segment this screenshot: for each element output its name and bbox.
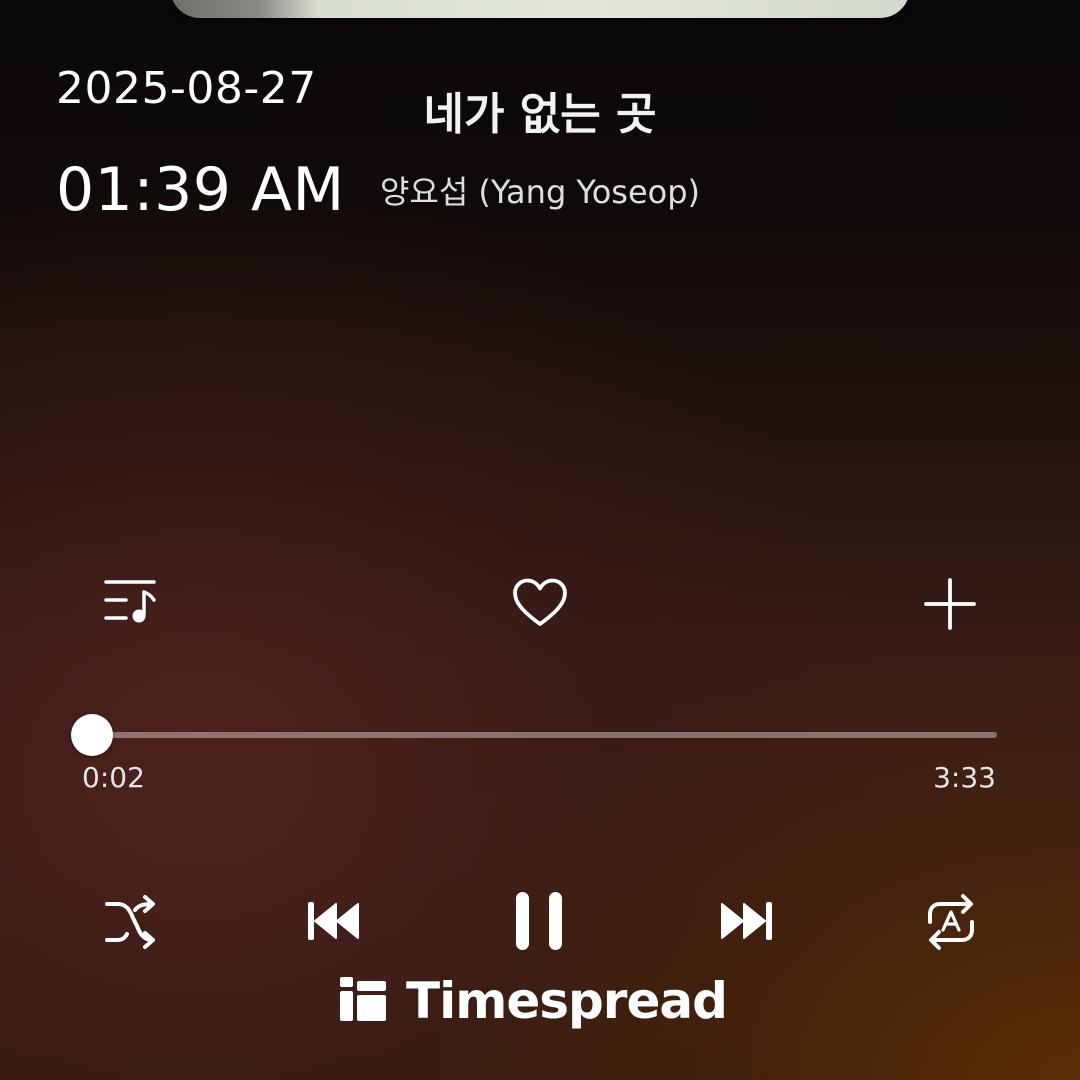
lyrics-queue-icon[interactable] [104,578,158,626]
shuffle-icon[interactable] [104,895,158,949]
song-title: 네가 없는 곳 [423,89,657,140]
skip-next-icon[interactable] [718,900,774,942]
now-playing-screen: 2025-08-27 01:39 AM 네가 없는 곳 양요섭 (Yang Yo… [0,0,1080,1080]
pause-icon[interactable] [514,890,566,952]
status-time: 01:39 AM [56,155,345,225]
artist-name[interactable]: 양요섭 (Yang Yoseop) [340,170,740,214]
skip-previous-icon[interactable] [306,900,362,942]
repeat-auto-icon[interactable] [922,892,980,952]
status-date: 2025-08-27 [56,63,317,114]
progress-thumb[interactable] [71,714,113,756]
total-duration: 3:33 [933,761,996,794]
timespread-logo-icon [340,977,386,1025]
watermark-text: Timespread [406,972,728,1030]
elapsed-time: 0:02 [82,761,145,794]
plus-icon[interactable] [924,578,976,630]
progress-slider[interactable] [71,714,997,756]
album-artwork[interactable] [170,0,910,18]
watermark: Timespread [340,972,728,1030]
heart-icon[interactable] [512,578,568,628]
